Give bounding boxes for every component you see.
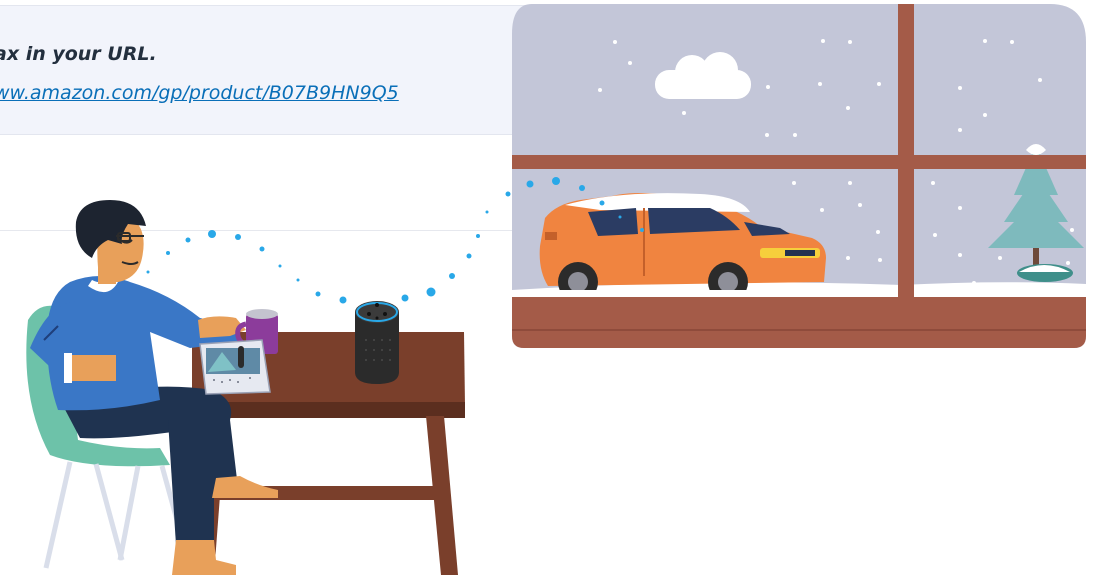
speaker-icon <box>355 301 399 384</box>
illustration <box>26 4 1086 575</box>
tablet-icon <box>199 339 271 395</box>
window-view <box>512 4 1086 348</box>
